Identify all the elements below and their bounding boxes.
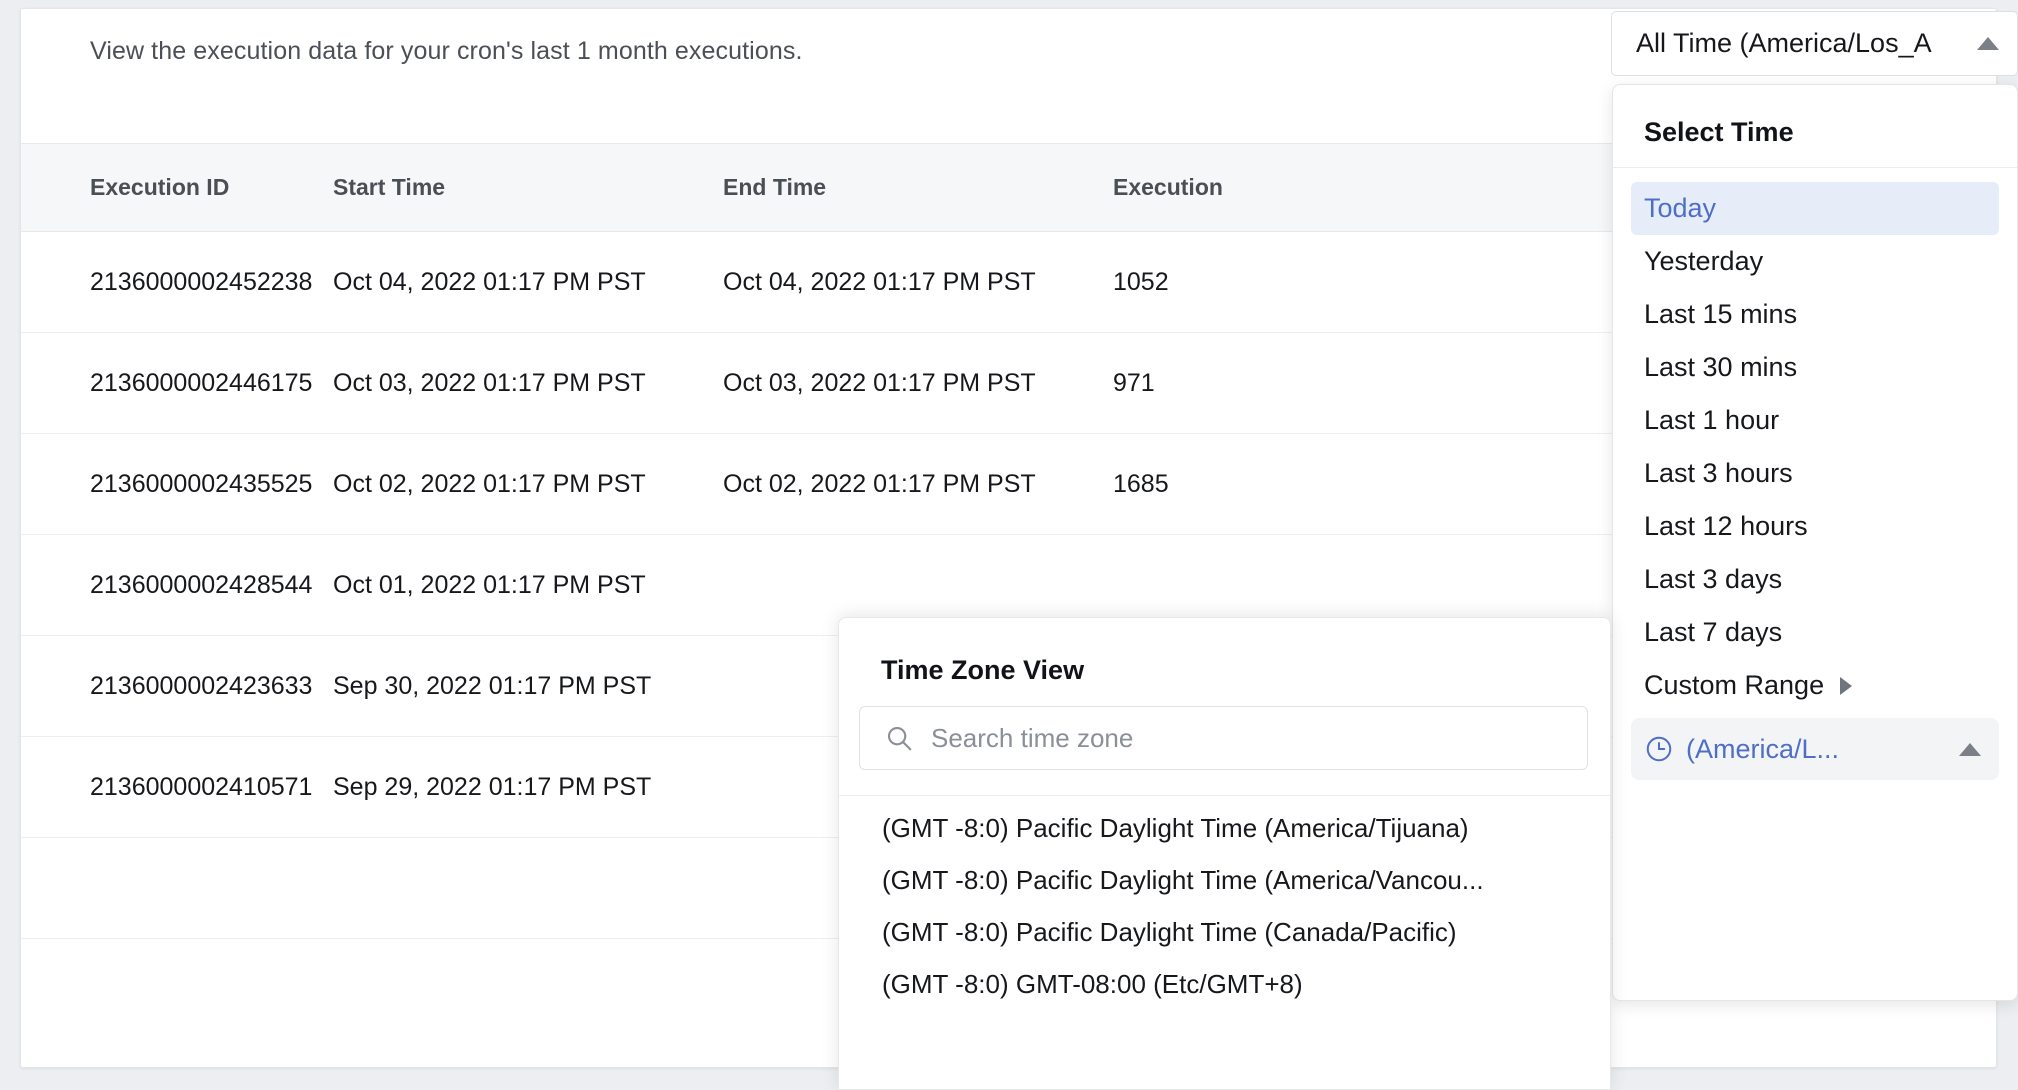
- cell-execution: 971: [1113, 333, 1413, 434]
- app-root: View the execution data for your cron's …: [0, 0, 2018, 1090]
- cell-start-time: Sep 30, 2022 01:17 PM PST: [333, 636, 723, 737]
- cell-execution: 1685: [1113, 434, 1413, 535]
- time-option-last-12-hours[interactable]: Last 12 hours: [1631, 500, 1999, 553]
- intro-text: View the execution data for your cron's …: [90, 37, 803, 66]
- select-time-title: Select Time: [1613, 85, 2017, 167]
- time-option-last-15-mins[interactable]: Last 15 mins: [1631, 288, 1999, 341]
- cell-execution-id: 2136000002446175: [21, 333, 333, 434]
- time-option-last-30-mins[interactable]: Last 30 mins: [1631, 341, 1999, 394]
- search-icon: [884, 723, 914, 753]
- cell-start-time: Sep 29, 2022 01:17 PM PST: [333, 737, 723, 838]
- custom-range-label: Custom Range: [1644, 670, 1824, 701]
- select-time-options: Today Yesterday Last 15 mins Last 30 min…: [1613, 168, 2017, 712]
- column-header-start-time[interactable]: Start Time: [333, 144, 723, 232]
- list-item[interactable]: (GMT -8:0) Pacific Daylight Time (Canada…: [839, 906, 1610, 958]
- time-option-custom-range[interactable]: Custom Range: [1631, 659, 1999, 712]
- column-header-execution[interactable]: Execution: [1113, 144, 1413, 232]
- timezone-list: (GMT -8:0) Pacific Daylight Time (Americ…: [839, 796, 1610, 1010]
- time-option-today[interactable]: Today: [1631, 182, 1999, 235]
- cell-execution-id: 2136000002423633: [21, 636, 333, 737]
- time-option-last-3-days[interactable]: Last 3 days: [1631, 553, 1999, 606]
- time-option-last-1-hour[interactable]: Last 1 hour: [1631, 394, 1999, 447]
- list-item[interactable]: (GMT -8:0) Pacific Daylight Time (Americ…: [839, 802, 1610, 854]
- timezone-search-input[interactable]: [931, 723, 1587, 754]
- timezone-popup-title: Time Zone View: [839, 618, 1610, 706]
- cell-execution-id: 2136000002452238: [21, 232, 333, 333]
- cell-execution-id: 2136000002435525: [21, 434, 333, 535]
- column-header-end-time[interactable]: End Time: [723, 144, 1113, 232]
- cell-execution-id: 2136000002410571: [21, 737, 333, 838]
- list-item[interactable]: (GMT -8:0) GMT-08:00 (Etc/GMT+8): [839, 958, 1610, 1010]
- cell-execution: 1052: [1113, 232, 1413, 333]
- cell-start-time: Oct 02, 2022 01:17 PM PST: [333, 434, 723, 535]
- caret-up-icon: [1977, 37, 1999, 50]
- select-time-trigger-label: All Time (America/Los_A: [1636, 28, 1977, 59]
- caret-up-icon: [1959, 743, 1981, 756]
- timezone-chip-button[interactable]: (America/L...: [1631, 718, 1999, 780]
- cell-start-time: Oct 03, 2022 01:17 PM PST: [333, 333, 723, 434]
- cell-end-time: Oct 02, 2022 01:17 PM PST: [723, 434, 1113, 535]
- timezone-search-box[interactable]: [859, 706, 1588, 770]
- time-option-last-7-days[interactable]: Last 7 days: [1631, 606, 1999, 659]
- column-header-execution-id[interactable]: Execution ID: [21, 144, 333, 232]
- chevron-right-icon: [1840, 677, 1852, 695]
- list-item[interactable]: (GMT -8:0) Pacific Daylight Time (Americ…: [839, 854, 1610, 906]
- timezone-view-popup: Time Zone View (GMT -8:0) Pacific Daylig…: [838, 617, 1611, 1090]
- cell-start-time: Oct 01, 2022 01:17 PM PST: [333, 535, 723, 636]
- cell-end-time: Oct 04, 2022 01:17 PM PST: [723, 232, 1113, 333]
- clock-icon: [1644, 734, 1674, 764]
- cell-start-time: Oct 04, 2022 01:17 PM PST: [333, 232, 723, 333]
- select-time-dropdown: Select Time Today Yesterday Last 15 mins…: [1612, 84, 2018, 1001]
- cell-end-time: Oct 03, 2022 01:17 PM PST: [723, 333, 1113, 434]
- timezone-chip-label: (America/L...: [1686, 734, 1959, 765]
- select-time-trigger-button[interactable]: All Time (America/Los_A: [1611, 11, 2018, 76]
- time-option-yesterday[interactable]: Yesterday: [1631, 235, 1999, 288]
- cell-execution-id: 2136000002428544: [21, 535, 333, 636]
- time-option-last-3-hours[interactable]: Last 3 hours: [1631, 447, 1999, 500]
